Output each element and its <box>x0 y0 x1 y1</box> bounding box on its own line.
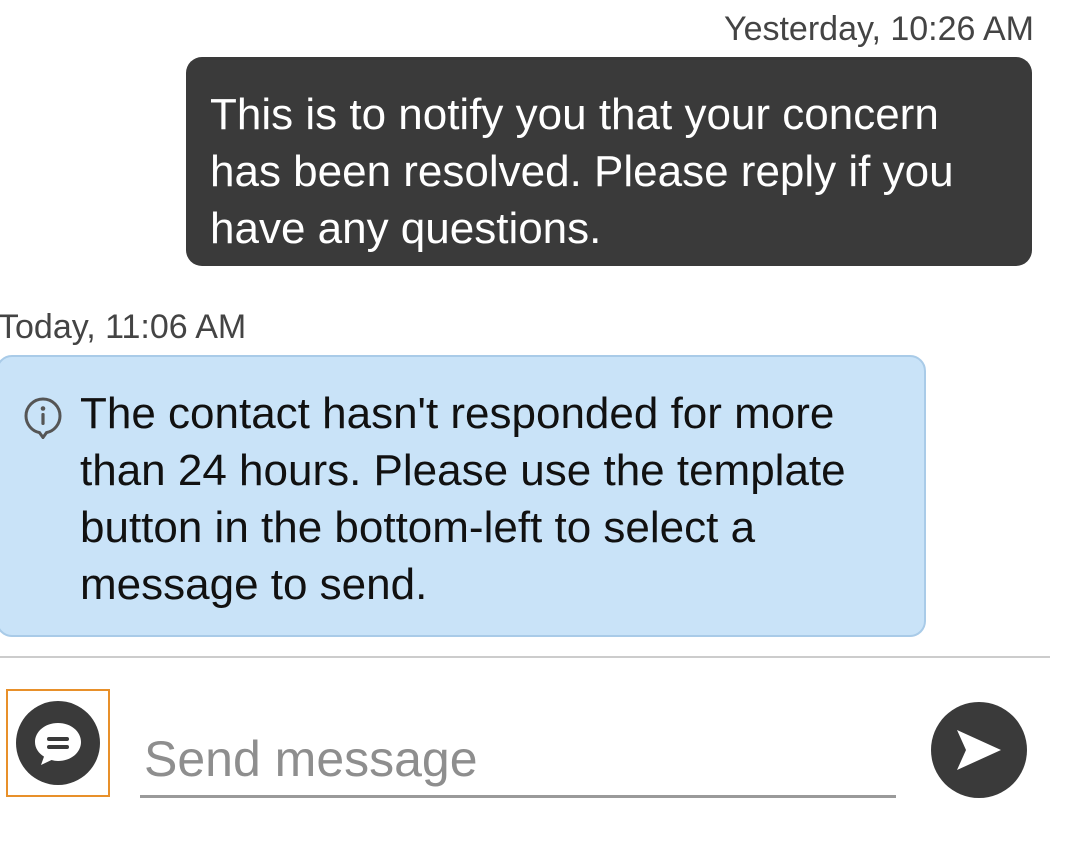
system-notice: The contact hasn't responded for more th… <box>0 355 926 637</box>
send-button[interactable] <box>931 702 1027 798</box>
outgoing-timestamp: Yesterday, 10:26 AM <box>724 10 1034 48</box>
outgoing-message-text: This is to notify you that your concern … <box>210 90 954 253</box>
notice-timestamp: Today, 11:06 AM <box>0 308 247 346</box>
chat-bubble-icon <box>16 701 100 785</box>
send-arrow-icon <box>957 730 1001 770</box>
message-input[interactable] <box>140 722 896 798</box>
template-button[interactable] <box>6 689 110 797</box>
chat-screen: Yesterday, 10:26 AM This is to notify yo… <box>0 0 1080 855</box>
composer-divider <box>0 656 1050 658</box>
notice-text: The contact hasn't responded for more th… <box>80 389 846 609</box>
info-icon <box>24 397 62 439</box>
outgoing-message-bubble: This is to notify you that your concern … <box>186 57 1032 266</box>
